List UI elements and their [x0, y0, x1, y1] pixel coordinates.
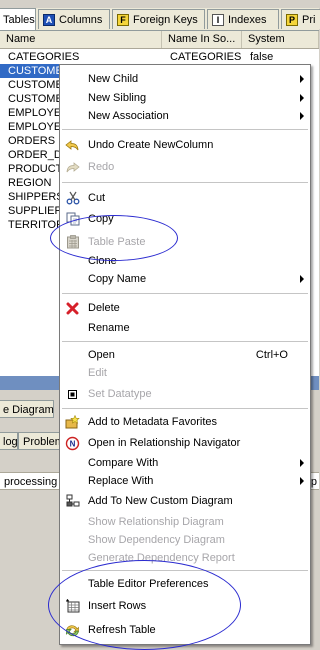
menu-item-set-datatype[interactable]: Set Datatype	[60, 384, 310, 404]
menu-item-add-to-metadata-favorites[interactable]: Add to Metadata Favorites	[60, 412, 310, 432]
view-tab-bar: Tables A Columns F Foreign Keys I Indexe…	[0, 8, 320, 31]
menu-label-show-dependency-diagram: Show Dependency Diagram	[88, 534, 225, 546]
table-row[interactable]: CATEGORIES CATEGORIES false	[0, 50, 319, 64]
annotation-circle-insert-refresh	[48, 560, 241, 650]
menu-item-open-in-relationship-navigator[interactable]: N Open in Relationship Navigator	[60, 433, 310, 453]
shortcut-open: Ctrl+O	[255, 349, 288, 361]
menu-item-copy-name[interactable]: Copy Name	[60, 269, 310, 289]
menu-item-new-sibling[interactable]: New Sibling	[60, 88, 310, 108]
menu-item-cut[interactable]: Cut	[60, 188, 310, 208]
menu-separator	[62, 341, 308, 342]
relationship-navigator-icon: N	[65, 436, 80, 450]
menu-label-show-relationship-diagram: Show Relationship Diagram	[88, 516, 224, 528]
menu-label-copy-name: Copy Name	[88, 273, 147, 285]
menu-item-replace-with[interactable]: Replace With	[60, 471, 310, 491]
menu-label-cut: Cut	[88, 192, 106, 204]
grid-header: Name Name In So... System	[0, 31, 319, 49]
menu-label-redo: Redo	[88, 161, 115, 173]
tab-tables-label: Tables	[3, 13, 35, 26]
menu-label-new-child: New Child	[88, 73, 139, 85]
submenu-arrow-icon	[300, 112, 304, 120]
menu-label-replace-with: Replace With	[88, 475, 154, 487]
submenu-arrow-icon	[300, 75, 304, 83]
datatype-icon	[65, 387, 80, 401]
menu-item-new-association[interactable]: New Association	[60, 106, 310, 126]
context-menu: New Child New Sibling New Association Un…	[59, 64, 311, 645]
scissors-icon	[65, 191, 80, 205]
tab-indexes[interactable]: I Indexes	[207, 9, 279, 29]
menu-label-undo: Undo Create NewColumn	[88, 139, 214, 151]
tab-log[interactable]: log	[0, 432, 18, 450]
menu-item-rename[interactable]: Rename	[60, 318, 310, 338]
menu-label-open: Open	[88, 349, 115, 361]
menu-label-edit: Edit	[88, 367, 107, 379]
indexes-icon: I	[212, 13, 224, 26]
tab-tables[interactable]: Tables	[0, 8, 36, 30]
menu-label-set-datatype: Set Datatype	[88, 388, 152, 400]
menu-label-compare-with: Compare With	[88, 457, 159, 469]
tab-log-label: log	[3, 436, 18, 448]
menu-item-add-to-new-custom-diagram[interactable]: Add To New Custom Diagram	[60, 491, 310, 511]
tab-primary-keys-label: Pri	[302, 13, 316, 26]
processing-text: processing c	[4, 476, 66, 488]
cell-system: false	[250, 51, 274, 63]
column-header-name-in-source[interactable]: Name In So...	[162, 31, 242, 48]
menu-item-undo[interactable]: Undo Create NewColumn	[60, 135, 310, 155]
menu-item-open[interactable]: Open Ctrl+O	[60, 345, 310, 365]
cell-name: CATEGORIES	[8, 51, 80, 63]
tab-columns-label: Columns	[59, 13, 103, 26]
submenu-arrow-icon	[300, 94, 304, 102]
menu-label-delete: Delete	[88, 302, 120, 314]
menu-item-compare-with[interactable]: Compare With	[60, 453, 310, 473]
menu-item-new-child[interactable]: New Child	[60, 69, 310, 89]
menu-separator	[62, 408, 308, 409]
menu-item-redo[interactable]: Redo	[60, 157, 310, 177]
undo-icon	[65, 138, 80, 152]
submenu-arrow-icon	[300, 275, 304, 283]
tab-columns[interactable]: A Columns	[38, 9, 110, 29]
menu-item-delete[interactable]: Delete	[60, 298, 310, 318]
cell-name-in-source: CATEGORIES	[170, 51, 242, 63]
menu-item-show-relationship-diagram[interactable]: Show Relationship Diagram	[60, 512, 310, 532]
menu-label-add-to-new-custom-diagram: Add To New Custom Diagram	[88, 495, 233, 507]
annotation-circle-table-paste	[50, 215, 178, 261]
submenu-arrow-icon	[300, 459, 304, 467]
favorites-icon	[65, 415, 80, 429]
columns-icon: A	[43, 13, 55, 26]
column-header-name[interactable]: Name	[0, 31, 162, 48]
menu-item-show-dependency-diagram[interactable]: Show Dependency Diagram	[60, 530, 310, 550]
column-header-system[interactable]: System	[242, 31, 319, 48]
redo-icon	[65, 160, 80, 174]
menu-separator	[62, 129, 308, 130]
tab-problems-label: Problem	[23, 436, 62, 448]
svg-text:N: N	[70, 439, 76, 448]
foreign-keys-icon: F	[117, 13, 129, 26]
tab-foreign-keys-label: Foreign Keys	[133, 13, 198, 26]
custom-diagram-icon	[65, 494, 80, 508]
menu-separator	[62, 293, 308, 294]
tab-diagram-label: e Diagram	[3, 404, 54, 416]
menu-label-add-to-metadata-favorites: Add to Metadata Favorites	[88, 416, 218, 428]
tab-diagram[interactable]: e Diagram	[0, 400, 54, 418]
menu-label-rename: Rename	[88, 322, 130, 334]
menu-separator	[62, 182, 308, 183]
tab-problems[interactable]: Problem	[18, 432, 62, 450]
primary-keys-icon: P	[286, 13, 298, 26]
tab-primary-keys[interactable]: P Pri	[281, 9, 320, 29]
menu-label-new-sibling: New Sibling	[88, 92, 147, 104]
delete-icon	[65, 301, 80, 315]
menu-label-open-in-relationship-navigator: Open in Relationship Navigator	[88, 437, 241, 449]
tab-indexes-label: Indexes	[228, 13, 267, 26]
menu-label-new-association: New Association	[88, 110, 169, 122]
menu-item-edit[interactable]: Edit	[60, 363, 310, 383]
submenu-arrow-icon	[300, 477, 304, 485]
tab-foreign-keys[interactable]: F Foreign Keys	[112, 9, 205, 29]
